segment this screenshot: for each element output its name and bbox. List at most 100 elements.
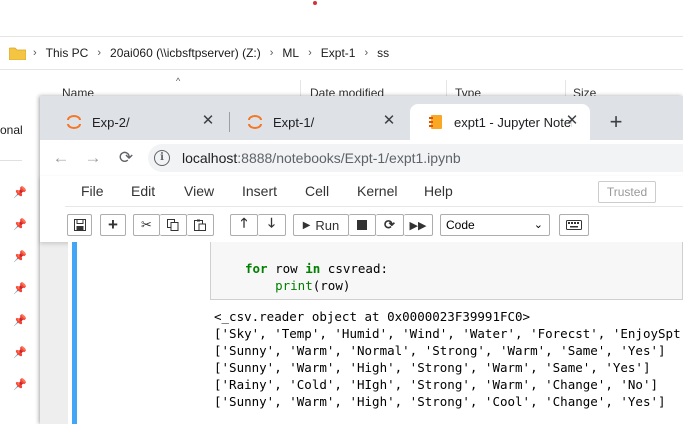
menu-edit[interactable]: Edit [131, 183, 155, 199]
cut-button[interactable]: ✂ [133, 214, 160, 236]
chevron-right-icon: › [97, 47, 102, 59]
pin-icon[interactable]: 📌 [13, 187, 27, 199]
chevron-right-icon: › [308, 47, 312, 59]
run-button[interactable]: ▶ Run [293, 214, 349, 236]
close-icon[interactable]: ✕ [381, 113, 397, 129]
code-builtin: print [275, 278, 313, 293]
fast-forward-icon: ▶▶ [409, 219, 427, 232]
output-line: ['Rainy', 'Cold', 'HIgh', 'Strong', 'War… [214, 377, 659, 392]
forward-button[interactable]: → [82, 147, 104, 169]
code-cell-input[interactable]: for row in csvread: print(row) [210, 242, 683, 300]
output-line: ['Sky', 'Temp', 'Humid', 'Wind', 'Water'… [214, 326, 683, 341]
copy-icon [167, 219, 179, 231]
jupyter-icon [248, 115, 262, 129]
tab-label: Exp-2/ [92, 114, 130, 130]
breadcrumb-ml[interactable]: ML [282, 46, 299, 60]
close-icon[interactable]: ✕ [200, 113, 216, 129]
output-line: ['Sunny', 'Warm', 'High', 'Strong', 'War… [214, 360, 651, 375]
insert-cell-button[interactable]: + [100, 214, 126, 236]
chevron-right-icon: › [364, 47, 369, 59]
command-palette-button[interactable] [559, 214, 589, 236]
tab-expt1[interactable]: Expt-1/ ✕ [229, 104, 407, 140]
trusted-indicator[interactable]: Trusted [598, 181, 656, 203]
jupyter-header: File Edit View Insert Cell Kernel Help T… [40, 176, 683, 242]
browser-toolbar: ← → ⟳ i localhost:8888/notebooks/Expt-1/… [40, 140, 683, 176]
menu-help[interactable]: Help [424, 183, 453, 199]
url-bar[interactable]: i localhost:8888/notebooks/Expt-1/expt1.… [148, 144, 683, 172]
cell-type-select[interactable]: Code ⌄ [440, 214, 550, 236]
notebook-cell-area: for row in csvread: print(row) <_csv.rea… [68, 242, 683, 424]
pin-icon[interactable]: 📌 [13, 347, 27, 359]
restart-run-all-button[interactable]: ▶▶ [404, 214, 433, 236]
url-path: :8888/notebooks/Expt-1/expt1.ipynb [237, 150, 461, 166]
output-line: ['Sunny', 'Warm', 'Normal', 'Strong', 'W… [214, 343, 666, 358]
jupyter-icon [67, 115, 81, 129]
copy-button[interactable] [160, 214, 187, 236]
tab-exp2[interactable]: Exp-2/ ✕ [48, 104, 226, 140]
notebook-icon [429, 115, 442, 129]
jupyter-page: File Edit View Insert Cell Kernel Help T… [40, 176, 683, 424]
back-button[interactable]: ← [50, 147, 72, 169]
stop-icon [357, 220, 367, 230]
interrupt-button[interactable] [349, 214, 376, 236]
save-icon [73, 219, 86, 231]
cell-type-value: Code [446, 218, 475, 232]
breadcrumb-drive[interactable]: 20ai060 (\\icbsftpserver) (Z:) [110, 46, 261, 60]
arrow-up-icon: 🡑 [240, 215, 248, 230]
tab-label: Expt-1/ [273, 114, 315, 130]
tab-expt1-notebook[interactable]: expt1 - Jupyter Noteb ✕ [410, 104, 590, 140]
menu-file[interactable]: File [81, 183, 104, 199]
menu-view[interactable]: View [184, 183, 214, 199]
new-tab-button[interactable]: + [602, 108, 630, 136]
restart-icon: ⟳ [384, 217, 395, 232]
menu-kernel[interactable]: Kernel [357, 183, 397, 199]
pin-icon[interactable]: 📌 [13, 251, 27, 263]
browser-window: Exp-2/ ✕ Expt-1/ ✕ expt1 - Jupyter Noteb… [40, 96, 683, 424]
code-keyword: in [305, 261, 321, 276]
reload-button[interactable]: ⟳ [115, 147, 137, 169]
run-label: Run [315, 217, 340, 233]
pin-icon[interactable]: 📌 [13, 315, 27, 327]
code-keyword: for [245, 261, 268, 276]
chevron-right-icon: › [269, 47, 274, 59]
arrow-down-icon: 🡓 [268, 215, 275, 230]
pin-icon[interactable]: 📌 [13, 219, 27, 231]
move-down-button[interactable]: 🡓 [258, 214, 286, 236]
scissors-icon: ✂ [141, 217, 152, 232]
cell-output: <_csv.reader object at 0x0000023F39991FC… [214, 308, 683, 410]
paste-icon [194, 219, 206, 231]
chevron-right-icon: › [33, 47, 37, 59]
tab-label: expt1 - Jupyter Noteb [454, 114, 572, 130]
explorer-top-area [0, 0, 683, 36]
info-icon[interactable]: i [154, 150, 170, 166]
nav-pane-label[interactable]: onal [0, 123, 23, 137]
output-line: <_csv.reader object at 0x0000023F39991FC… [214, 309, 531, 324]
menu-cell[interactable]: Cell [305, 183, 329, 199]
breadcrumb-expt1[interactable]: Expt-1 [321, 46, 356, 60]
code-token: row [267, 261, 306, 276]
plus-icon: + [108, 215, 118, 234]
folder-icon [9, 47, 26, 60]
selected-cell-indicator [72, 242, 77, 424]
code-token: csvread: [320, 261, 389, 276]
url-host: localhost [182, 150, 238, 166]
keyboard-icon [566, 220, 582, 230]
close-icon[interactable]: ✕ [564, 113, 580, 129]
breadcrumb-ss[interactable]: ss [377, 46, 389, 60]
pin-icon[interactable]: 📌 [13, 283, 27, 295]
breadcrumb-this-pc[interactable]: This PC [46, 46, 89, 60]
code-text: for row in csvread: print(row) [245, 260, 388, 294]
play-icon: ▶ [302, 219, 311, 231]
restart-button[interactable]: ⟳ [376, 214, 404, 236]
status-dot [313, 1, 317, 5]
menu-insert[interactable]: Insert [242, 183, 277, 199]
move-up-button[interactable]: 🡑 [230, 214, 258, 236]
code-token: (row) [312, 278, 351, 293]
explorer-address-bar[interactable]: › This PC › 20ai060 (\\icbsftpserver) (Z… [0, 36, 683, 70]
save-button[interactable] [67, 214, 92, 236]
nav-divider [0, 160, 22, 161]
output-line: ['Sunny', 'Warm', 'High', 'Strong', 'Coo… [214, 394, 666, 409]
pin-icon[interactable]: 📌 [13, 379, 27, 391]
chevron-down-icon: ⌄ [533, 219, 543, 231]
paste-button[interactable] [187, 214, 214, 236]
